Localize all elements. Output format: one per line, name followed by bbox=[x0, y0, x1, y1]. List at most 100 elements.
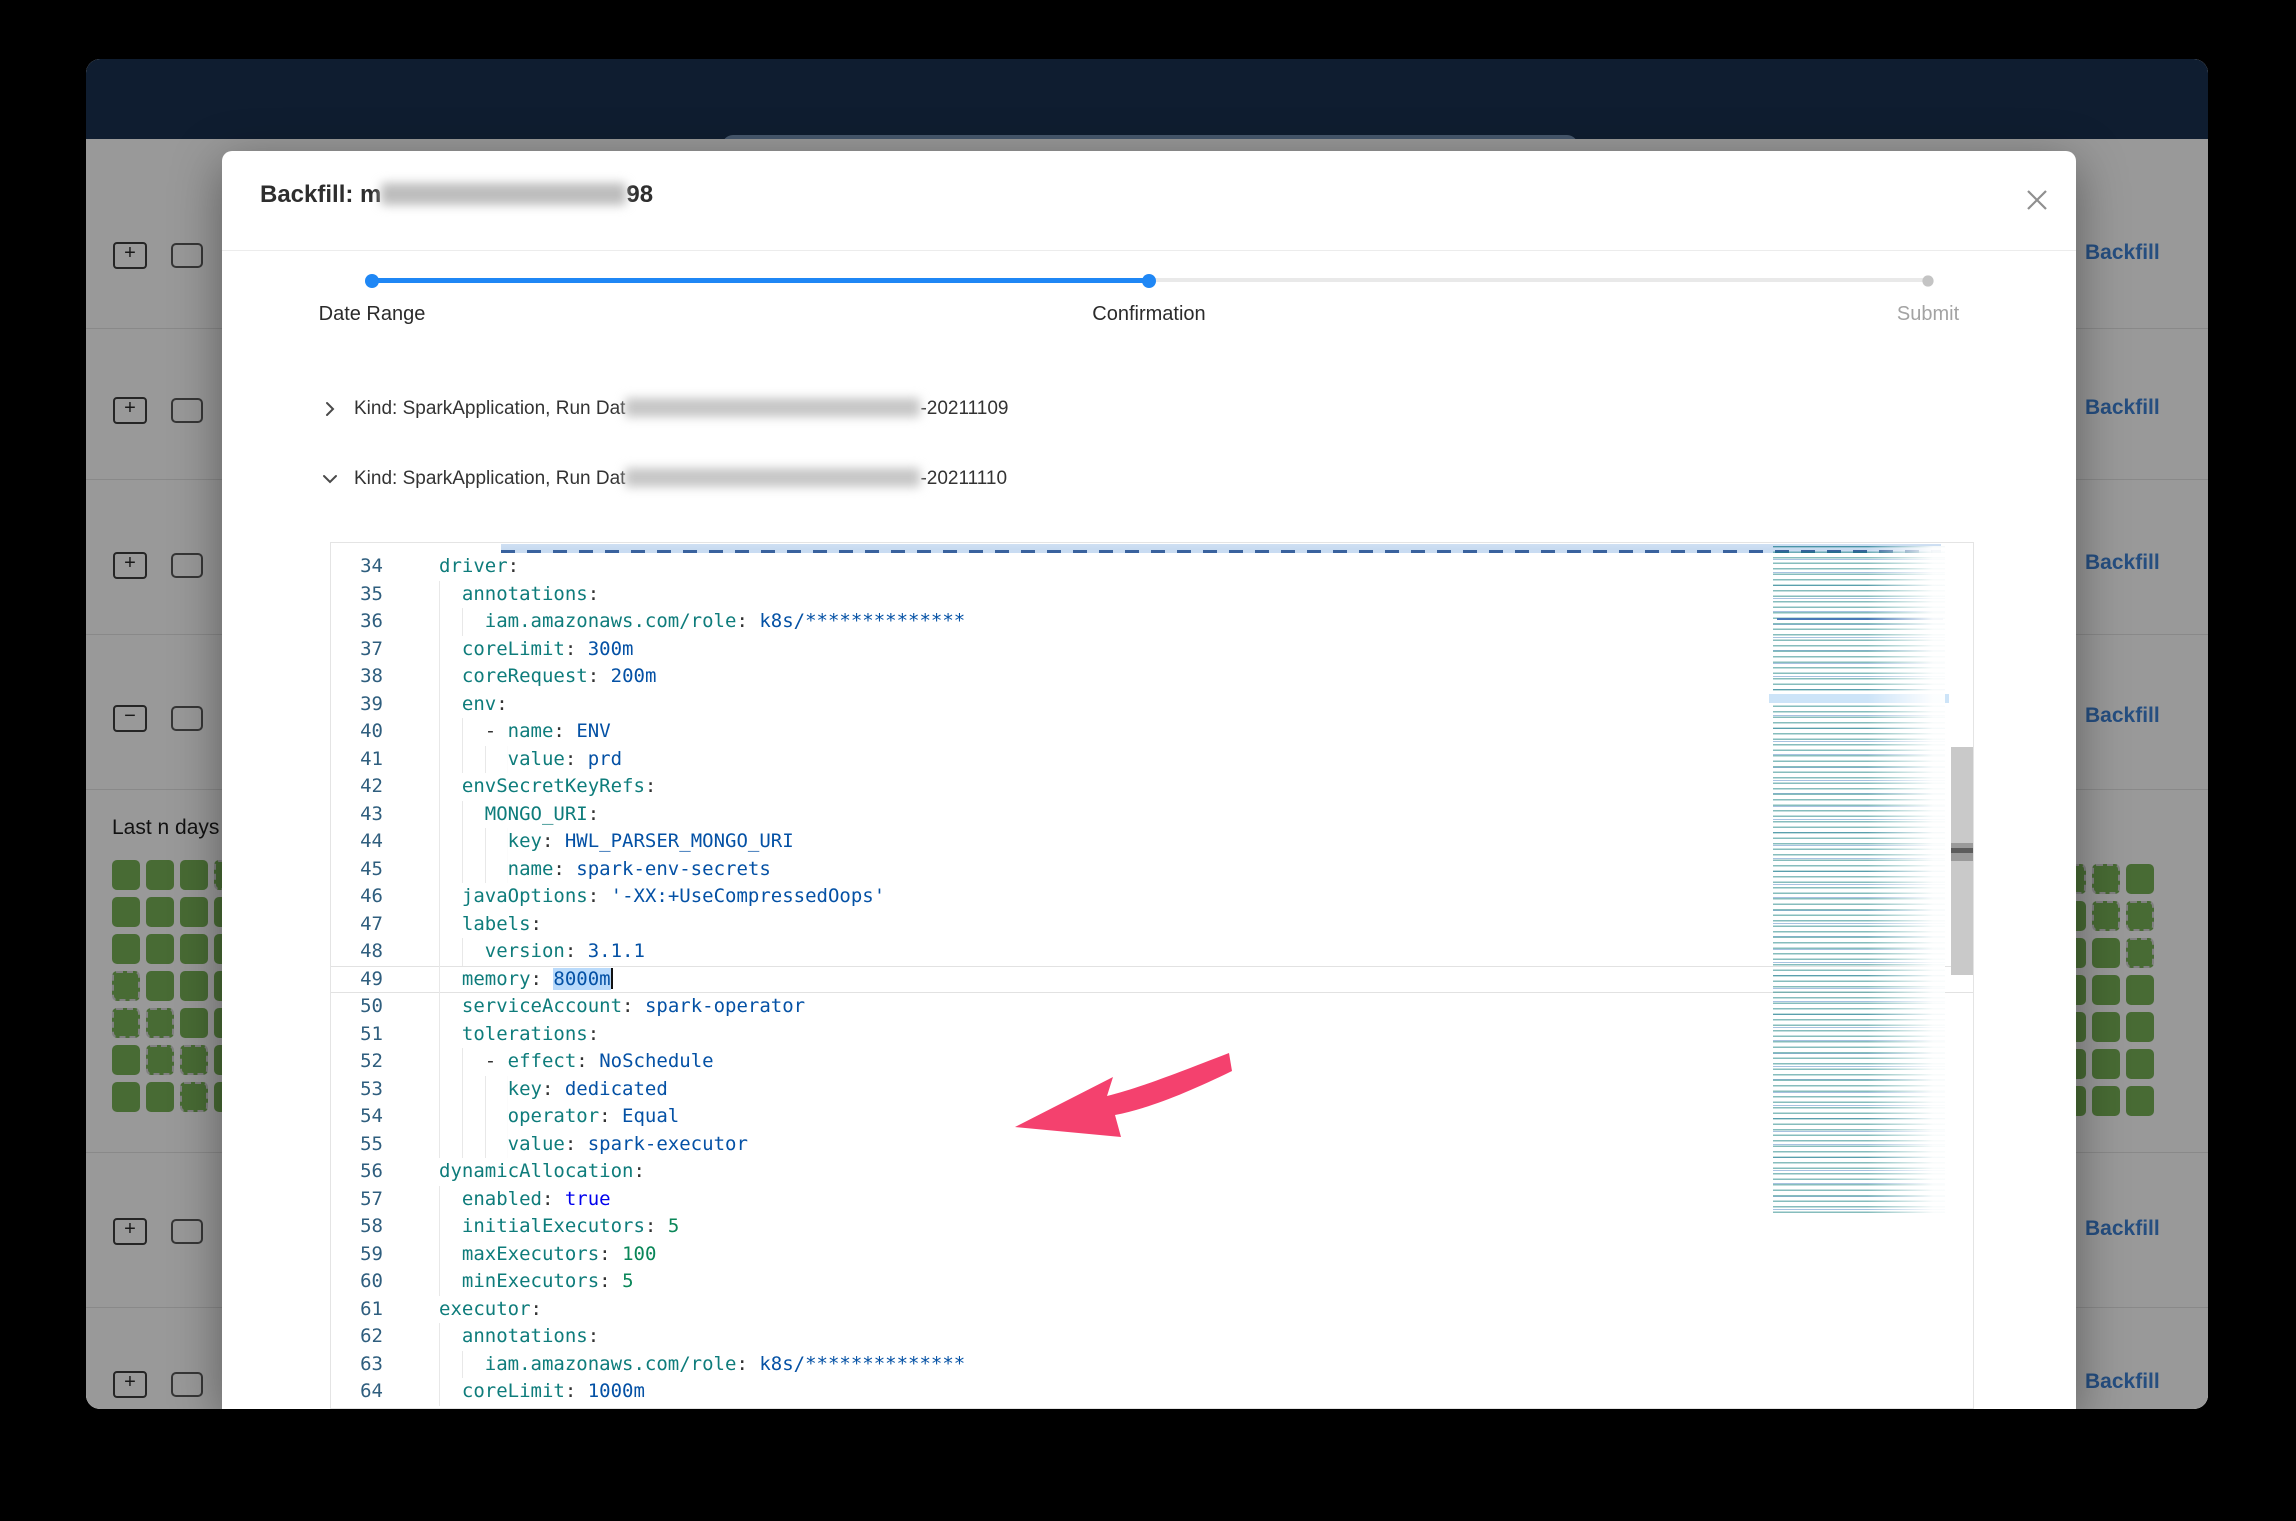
line-number: 53 bbox=[331, 1076, 383, 1104]
line-number: 59 bbox=[331, 1241, 383, 1269]
scrollbar-thumb[interactable] bbox=[1951, 747, 1973, 975]
code-text: maxExecutors: 100 bbox=[439, 1241, 656, 1269]
accordion-label: Kind: SparkApplication, Run Dat-20211109 bbox=[354, 398, 1008, 420]
line-number: 63 bbox=[331, 1351, 383, 1379]
line-number: 50 bbox=[331, 993, 383, 1021]
line-number: 36 bbox=[331, 608, 383, 636]
line-number: 57 bbox=[331, 1186, 383, 1214]
code-text: value: spark-executor bbox=[439, 1131, 748, 1159]
line-number: 52 bbox=[331, 1048, 383, 1076]
chevron-down-icon bbox=[320, 469, 340, 489]
close-icon[interactable] bbox=[2022, 185, 2052, 215]
line-number: 43 bbox=[331, 801, 383, 829]
stepper-label: Submit bbox=[1808, 303, 2048, 326]
code-text: dynamicAllocation: bbox=[439, 1158, 645, 1186]
code-line: 59 maxExecutors: 100 bbox=[331, 1241, 1973, 1269]
code-text: - effect: NoSchedule bbox=[439, 1048, 714, 1076]
code-line: 44 key: HWL_PARSER_MONGO_URI bbox=[331, 828, 1973, 856]
line-number: 40 bbox=[331, 718, 383, 746]
code-line: 58 initialExecutors: 5 bbox=[331, 1213, 1973, 1241]
code-text: javaOptions: '-XX:+UseCompressedOops' bbox=[439, 883, 885, 911]
code-text: key: dedicated bbox=[439, 1076, 668, 1104]
code-text: coreLimit: 1000m bbox=[439, 1378, 645, 1406]
code-line: 35 annotations: bbox=[331, 581, 1973, 609]
stepper-dot-pending[interactable] bbox=[1922, 275, 1933, 286]
code-line: 43 MONGO_URI: bbox=[331, 801, 1973, 829]
line-number: 39 bbox=[331, 691, 383, 719]
code-line: 49 memory: 8000m bbox=[331, 966, 1973, 994]
code-line: 40 - name: ENV bbox=[331, 718, 1973, 746]
code-line: 37 coreLimit: 300m bbox=[331, 636, 1973, 664]
line-number: 46 bbox=[331, 883, 383, 911]
code-text: serviceAccount: spark-operator bbox=[439, 993, 805, 1021]
line-number: 61 bbox=[331, 1296, 383, 1324]
code-line: 50 serviceAccount: spark-operator bbox=[331, 993, 1973, 1021]
code-line: 36 iam.amazonaws.com/role: k8s/*********… bbox=[331, 608, 1973, 636]
line-number: 35 bbox=[331, 581, 383, 609]
line-number: 34 bbox=[331, 553, 383, 581]
code-text: memory: 8000m bbox=[439, 966, 613, 994]
chevron-right-icon bbox=[320, 399, 340, 419]
modal-title: Backfill: m98 bbox=[260, 181, 653, 209]
accordion-header[interactable]: Kind: SparkApplication, Run Dat-20211109 bbox=[320, 394, 1008, 424]
code-text: enabled: true bbox=[439, 1186, 611, 1214]
blurred-run-date bbox=[625, 398, 920, 417]
code-line: 51 tolerations: bbox=[331, 1021, 1973, 1049]
stepper-label: Date Range bbox=[252, 303, 492, 326]
blurred-title-text bbox=[381, 183, 626, 205]
line-number: 64 bbox=[331, 1378, 383, 1406]
stepper-line-pending bbox=[1149, 278, 1928, 282]
code-line: 64 coreLimit: 1000m bbox=[331, 1378, 1973, 1406]
accordion-label: Kind: SparkApplication, Run Dat-20211110 bbox=[354, 468, 1007, 490]
code-line: 47 labels: bbox=[331, 911, 1973, 939]
line-number: 44 bbox=[331, 828, 383, 856]
code-line: 41 value: prd bbox=[331, 746, 1973, 774]
code-text: labels: bbox=[439, 911, 542, 939]
screenshot-stage: s ●●● +Backfill+Backfill+Backfill−Backfi… bbox=[0, 0, 2296, 1521]
code-text: driver: bbox=[439, 553, 519, 581]
code-line: 34 driver: bbox=[331, 553, 1973, 581]
code-line: 42 envSecretKeyRefs: bbox=[331, 773, 1973, 801]
header-divider bbox=[222, 250, 2076, 251]
scrollbar-marker-line bbox=[1951, 848, 1973, 853]
code-text: MONGO_URI: bbox=[439, 801, 599, 829]
code-line: 46 javaOptions: '-XX:+UseCompressedOops' bbox=[331, 883, 1973, 911]
accordion-header[interactable]: Kind: SparkApplication, Run Dat-20211110 bbox=[320, 464, 1007, 494]
stepper-dot-active[interactable] bbox=[1142, 274, 1156, 288]
line-number: 45 bbox=[331, 856, 383, 884]
stepper-line-done bbox=[372, 278, 1149, 283]
line-number: 55 bbox=[331, 1131, 383, 1159]
backfill-modal: Backfill: m98 Date RangeConfirmationSubm… bbox=[222, 151, 2076, 1409]
code-text: iam.amazonaws.com/role: k8s/************… bbox=[439, 1351, 965, 1379]
code-text: name: spark-env-secrets bbox=[439, 856, 771, 884]
line-number: 48 bbox=[331, 938, 383, 966]
code-line: 61executor: bbox=[331, 1296, 1973, 1324]
code-text: initialExecutors: 5 bbox=[439, 1213, 679, 1241]
code-text: - name: ENV bbox=[439, 718, 611, 746]
yaml-editor[interactable]: 34driver:35 annotations:36 iam.amazonaws… bbox=[330, 542, 1974, 1409]
stepper-dot-done[interactable] bbox=[365, 274, 379, 288]
line-number: 60 bbox=[331, 1268, 383, 1296]
browser-toolbar bbox=[86, 59, 2208, 139]
line-number: 58 bbox=[331, 1213, 383, 1241]
code-text: version: 3.1.1 bbox=[439, 938, 645, 966]
line-number: 62 bbox=[331, 1323, 383, 1351]
line-number: 47 bbox=[331, 911, 383, 939]
code-text: coreLimit: 300m bbox=[439, 636, 634, 664]
code-text: annotations: bbox=[439, 581, 599, 609]
code-line: 39 env: bbox=[331, 691, 1973, 719]
line-number: 51 bbox=[331, 1021, 383, 1049]
partial-selected-line bbox=[501, 544, 1941, 553]
code-text: minExecutors: 5 bbox=[439, 1268, 634, 1296]
code-text: annotations: bbox=[439, 1323, 599, 1351]
code-line: 56dynamicAllocation: bbox=[331, 1158, 1973, 1186]
code-line: 63 iam.amazonaws.com/role: k8s/*********… bbox=[331, 1351, 1973, 1379]
code-text: env: bbox=[439, 691, 508, 719]
line-number: 37 bbox=[331, 636, 383, 664]
code-line: 57 enabled: true bbox=[331, 1186, 1973, 1214]
browser-window: s ●●● +Backfill+Backfill+Backfill−Backfi… bbox=[86, 59, 2208, 1409]
code-line: 45 name: spark-env-secrets bbox=[331, 856, 1973, 884]
code-line: 60 minExecutors: 5 bbox=[331, 1268, 1973, 1296]
code-line: 48 version: 3.1.1 bbox=[331, 938, 1973, 966]
blurred-run-date bbox=[625, 468, 920, 487]
